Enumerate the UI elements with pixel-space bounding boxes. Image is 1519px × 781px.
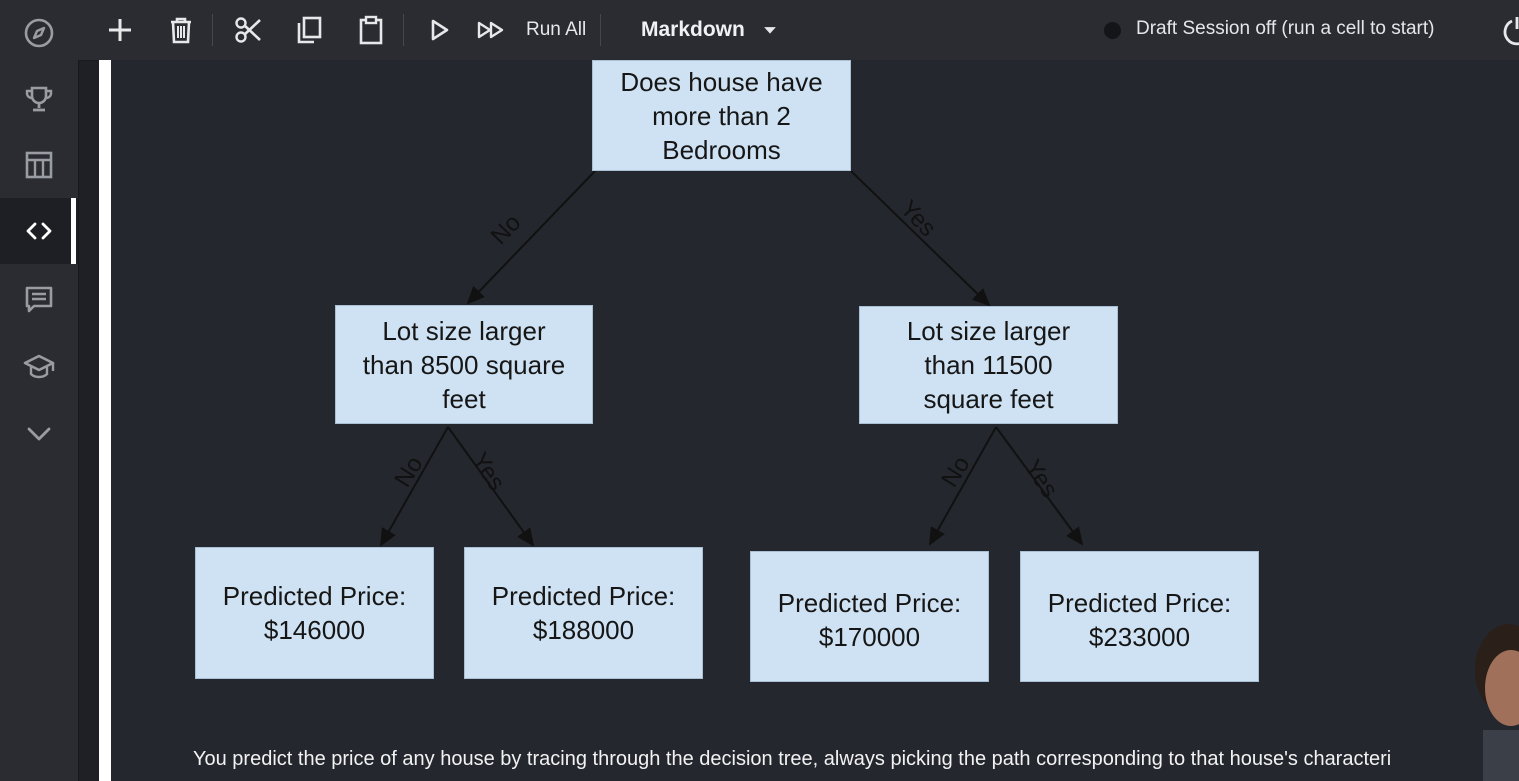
tree-leaf-1: Predicted Price: $146000 [195, 547, 434, 679]
tree-right-node: Lot size larger than 11500 square feet [859, 306, 1118, 424]
tree-leaf-3: Predicted Price: $170000 [750, 551, 989, 682]
cut-cell-button[interactable] [228, 10, 268, 50]
run-all-label: Run All [526, 19, 587, 40]
run-all-button[interactable]: Run All [476, 10, 596, 50]
root-line-2: more than 2 [652, 100, 791, 131]
presenter-webcam-overlay [1475, 624, 1519, 781]
trash-icon [171, 17, 191, 44]
dropdown-caret-icon [763, 27, 776, 34]
right-line-3: square feet [923, 384, 1054, 414]
plus-icon [109, 19, 131, 41]
left-line-3: feet [442, 383, 486, 414]
run-cell-button[interactable] [421, 10, 457, 50]
play-icon [431, 19, 449, 41]
cell-type-select[interactable]: Markdown [641, 10, 801, 50]
table-icon [25, 151, 53, 179]
sidebar-item-explore[interactable] [0, 0, 78, 66]
leaf-2-label: Predicted Price: [491, 581, 676, 611]
comment-icon [25, 286, 53, 313]
root-line-3: Bedrooms [662, 134, 781, 165]
delete-cell-button[interactable] [161, 10, 201, 50]
toolbar-divider [212, 14, 213, 46]
leaf-3-price: $170000 [818, 622, 921, 652]
sidebar-item-courses[interactable] [0, 334, 78, 400]
sidebar-item-more[interactable] [0, 401, 78, 467]
trophy-icon [25, 86, 53, 112]
leaf-4-price: $233000 [1088, 622, 1191, 652]
toolbar-divider [403, 14, 404, 46]
copy-cell-button[interactable] [289, 10, 329, 50]
leaf-1-label: Predicted Price: [222, 581, 407, 611]
left-line-1: Lot size larger [382, 315, 546, 346]
sidebar-item-datasets[interactable] [0, 132, 78, 198]
leaf-4-label: Predicted Price: [1047, 588, 1232, 618]
tree-leaf-2: Predicted Price: $188000 [464, 547, 703, 679]
tree-root-node: Does house have more than 2 Bedrooms [592, 60, 851, 171]
cell-type-value: Markdown [641, 18, 745, 41]
session-status-indicator [1104, 22, 1121, 39]
sidebar-item-discussions[interactable] [0, 266, 78, 332]
scissors-icon [235, 17, 261, 43]
toolbar-divider [600, 14, 601, 46]
tree-left-node: Lot size larger than 8500 square feet [335, 305, 593, 424]
edge-root-left [466, 170, 596, 305]
markdown-cell-output[interactable]: Does house have more than 2 Bedrooms Lot… [111, 60, 1519, 781]
compass-icon [24, 18, 54, 48]
leaf-3-label: Predicted Price: [777, 588, 962, 618]
tree-leaf-4: Predicted Price: $233000 [1020, 551, 1259, 682]
leaf-1-price: $146000 [263, 615, 366, 645]
code-icon [26, 222, 52, 240]
add-cell-button[interactable] [100, 10, 140, 50]
graduation-cap-icon [23, 354, 55, 379]
sidebar [0, 0, 79, 781]
left-line-2: than 8500 square [362, 349, 566, 380]
sidebar-item-competitions[interactable] [0, 66, 78, 132]
paste-cell-button[interactable] [351, 10, 391, 50]
clipboard-icon [359, 15, 383, 45]
root-line-1: Does house have [620, 66, 823, 97]
markdown-paragraph: You predict the price of any house by tr… [193, 748, 1392, 770]
copy-icon [297, 16, 322, 44]
fast-forward-icon [477, 21, 504, 39]
right-line-1: Lot size larger [906, 316, 1071, 346]
notebook-toolbar: Run All Markdown Draft Session off (run … [78, 0, 1519, 61]
session-status-text: Draft Session off (run a cell to start) [1136, 18, 1435, 39]
chevron-down-icon [27, 427, 51, 441]
selected-cell-indicator [99, 60, 111, 781]
leaf-2-price: $188000 [532, 615, 635, 645]
sidebar-item-code[interactable] [0, 198, 78, 264]
right-line-2: than 11500 [924, 350, 1053, 380]
power-icon[interactable] [1502, 14, 1519, 46]
